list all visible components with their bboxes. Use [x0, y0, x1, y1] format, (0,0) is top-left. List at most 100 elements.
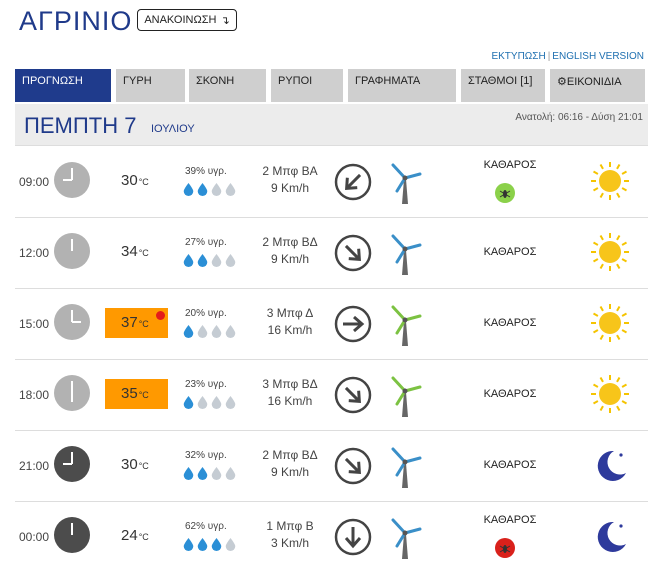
tab-pollen[interactable]: ΓΥΡΗ [116, 69, 185, 102]
humidity-label: 23% υγρ. [185, 379, 227, 390]
forecast-row: 12:00 34°C 27% υγρ. 2 Μπφ ΒΔ 9 Km/h ΚΑΘΑΡΟΣ [15, 218, 648, 289]
wind-force: 2 Μπφ ΒΔ [262, 235, 318, 249]
tab-charts[interactable]: ΓΡΑΦΗΜΑΤΑ [348, 69, 456, 102]
forecast-row: 09:00 30°C 39% υγρ. 2 Μπφ ΒΑ 9 Km/h ΚΑΘΑΡΟΣ [15, 147, 648, 218]
wind-turbine-icon [385, 303, 425, 352]
time-label: 15:00 [19, 317, 50, 331]
drop-icon [183, 325, 194, 343]
wind-speed: 9 Km/h [270, 252, 309, 266]
print-link[interactable]: ΕΚΤΥΠΩΣΗ [491, 51, 545, 62]
drop-icon [183, 183, 194, 201]
sun-icon [590, 161, 630, 206]
humidity-drops [183, 325, 236, 343]
wind-speed: 9 Km/h [270, 181, 309, 195]
english-version-link[interactable]: ENGLISH VERSION [552, 51, 644, 62]
city-title: ΑΓΡΙΝΙΟ [19, 6, 133, 36]
temperature-cell: 30°C [105, 450, 168, 480]
gear-icon: ⚙ [557, 76, 567, 88]
drop-icon [211, 254, 222, 272]
wind-speed: 16 Km/h [267, 323, 313, 337]
time-label: 18:00 [19, 388, 50, 402]
temperature-unit: °C [138, 177, 149, 187]
drop-icon [197, 467, 208, 485]
wind-direction-arrow-icon [333, 375, 373, 420]
humidity-label: 32% υγρ. [185, 450, 227, 461]
drop-icon [197, 325, 208, 343]
wind-turbine-icon [385, 232, 425, 281]
sun-icon [590, 374, 630, 419]
day-name: ΠΕΜΠΤΗ 7 [24, 113, 137, 138]
tab-icons[interactable]: ⚙ΕΙΚΟΝΙΔΙΑ [550, 69, 645, 102]
humidity-drops [183, 396, 236, 414]
drop-icon [225, 254, 236, 272]
mosquito-badge-icon [495, 183, 515, 203]
temperature-unit: °C [138, 319, 149, 329]
time-label: 12:00 [19, 246, 50, 260]
day-header: ΠΕΜΠΤΗ 7 ΙΟΥΛΙΟΥ Ανατολή: 06:16 - Δύση 2… [15, 104, 648, 146]
tab-label: ΡΥΠΟΙ [278, 75, 313, 87]
tab-stations[interactable]: ΣΤΑΘΜΟΙ [1] [461, 69, 545, 102]
forecast-row: 00:00 24°C 62% υγρ. 1 Μπφ Β 3 Km/h ΚΑΘΑΡΟΣ [15, 502, 648, 561]
humidity-label: 39% υγρ. [185, 166, 227, 177]
wind-force: 2 Μπφ ΒΔ [262, 448, 318, 462]
wind-direction-arrow-icon [333, 162, 373, 207]
wind-turbine-icon [385, 516, 425, 561]
alert-dot [156, 311, 165, 320]
humidity-label: 20% υγρ. [185, 308, 227, 319]
sun-icon [590, 232, 630, 277]
tab-dust[interactable]: ΣΚΟΝΗ [189, 69, 266, 102]
drop-icon [211, 183, 222, 201]
tab-label: ΕΙΚΟΝΙΔΙΑ [566, 76, 622, 88]
temperature-cell: 35°C [105, 379, 168, 409]
tab-label: ΣΚΟΝΗ [196, 75, 235, 87]
announcement-label: ΑΝΑΚΟΙΝΩΣΗ [144, 14, 217, 26]
wind-force: 3 Μπφ Δ [266, 306, 314, 320]
wind-info: 2 Μπφ ΒΔ 9 Km/h [255, 447, 325, 481]
top-links: ΕΚΤΥΠΩΣΗ | ENGLISH VERSION [491, 51, 644, 62]
sky-condition: ΚΑΘΑΡΟΣ [483, 246, 537, 258]
forecast-row: 21:00 30°C 32% υγρ. 2 Μπφ ΒΔ 9 Km/h ΚΑΘΑΡΟΣ [15, 431, 648, 502]
sky-condition: ΚΑΘΑΡΟΣ [483, 159, 537, 171]
wind-turbine-icon [385, 161, 425, 210]
wind-force: 1 Μπφ Β [266, 519, 314, 533]
drop-icon [183, 467, 194, 485]
drop-icon [197, 183, 208, 201]
wind-info: 2 Μπφ ΒΔ 9 Km/h [255, 234, 325, 268]
tab-label: ΣΤΑΘΜΟΙ [1] [468, 75, 533, 87]
temperature-value: 30 [121, 172, 138, 189]
drop-icon [183, 254, 194, 272]
temperature-cell: 24°C [105, 521, 168, 551]
temperature-value: 37 [121, 314, 138, 331]
wind-force: 3 Μπφ ΒΔ [262, 377, 318, 391]
temperature-value: 30 [121, 456, 138, 473]
time-label: 09:00 [19, 175, 50, 189]
alert-badge-icon [495, 538, 515, 558]
drop-icon [225, 396, 236, 414]
wind-info: 2 Μπφ ΒΑ 9 Km/h [255, 163, 325, 197]
drop-icon [225, 325, 236, 343]
clock-icon [54, 233, 90, 269]
temperature-value: 24 [121, 527, 138, 544]
time-label: 21:00 [19, 459, 50, 473]
temperature-value: 34 [121, 243, 138, 260]
sky-condition: ΚΑΘΑΡΟΣ [483, 459, 537, 471]
temperature-unit: °C [138, 248, 149, 258]
temperature-value: 35 [121, 385, 138, 402]
wind-turbine-icon [385, 445, 425, 494]
wind-speed: 9 Km/h [270, 465, 309, 479]
humidity-drops [183, 254, 236, 272]
humidity-drops [183, 183, 236, 201]
drop-icon [211, 538, 222, 556]
tab-forecast[interactable]: ΠΡΟΓΝΩΣΗ [15, 69, 111, 102]
tab-pollutants[interactable]: ΡΥΠΟΙ [271, 69, 343, 102]
time-label: 00:00 [19, 530, 50, 544]
drop-icon [183, 538, 194, 556]
drop-icon [211, 396, 222, 414]
temperature-cell: 34°C [105, 237, 168, 267]
clock-icon [54, 162, 90, 198]
wind-turbine-icon [385, 374, 425, 423]
drop-icon [197, 396, 208, 414]
tab-label: ΓΡΑΦΗΜΑΤΑ [355, 75, 421, 87]
wind-speed: 3 Km/h [270, 536, 309, 550]
announcement-button[interactable]: ΑΝΑΚΟΙΝΩΣΗ ↴ [137, 9, 237, 31]
